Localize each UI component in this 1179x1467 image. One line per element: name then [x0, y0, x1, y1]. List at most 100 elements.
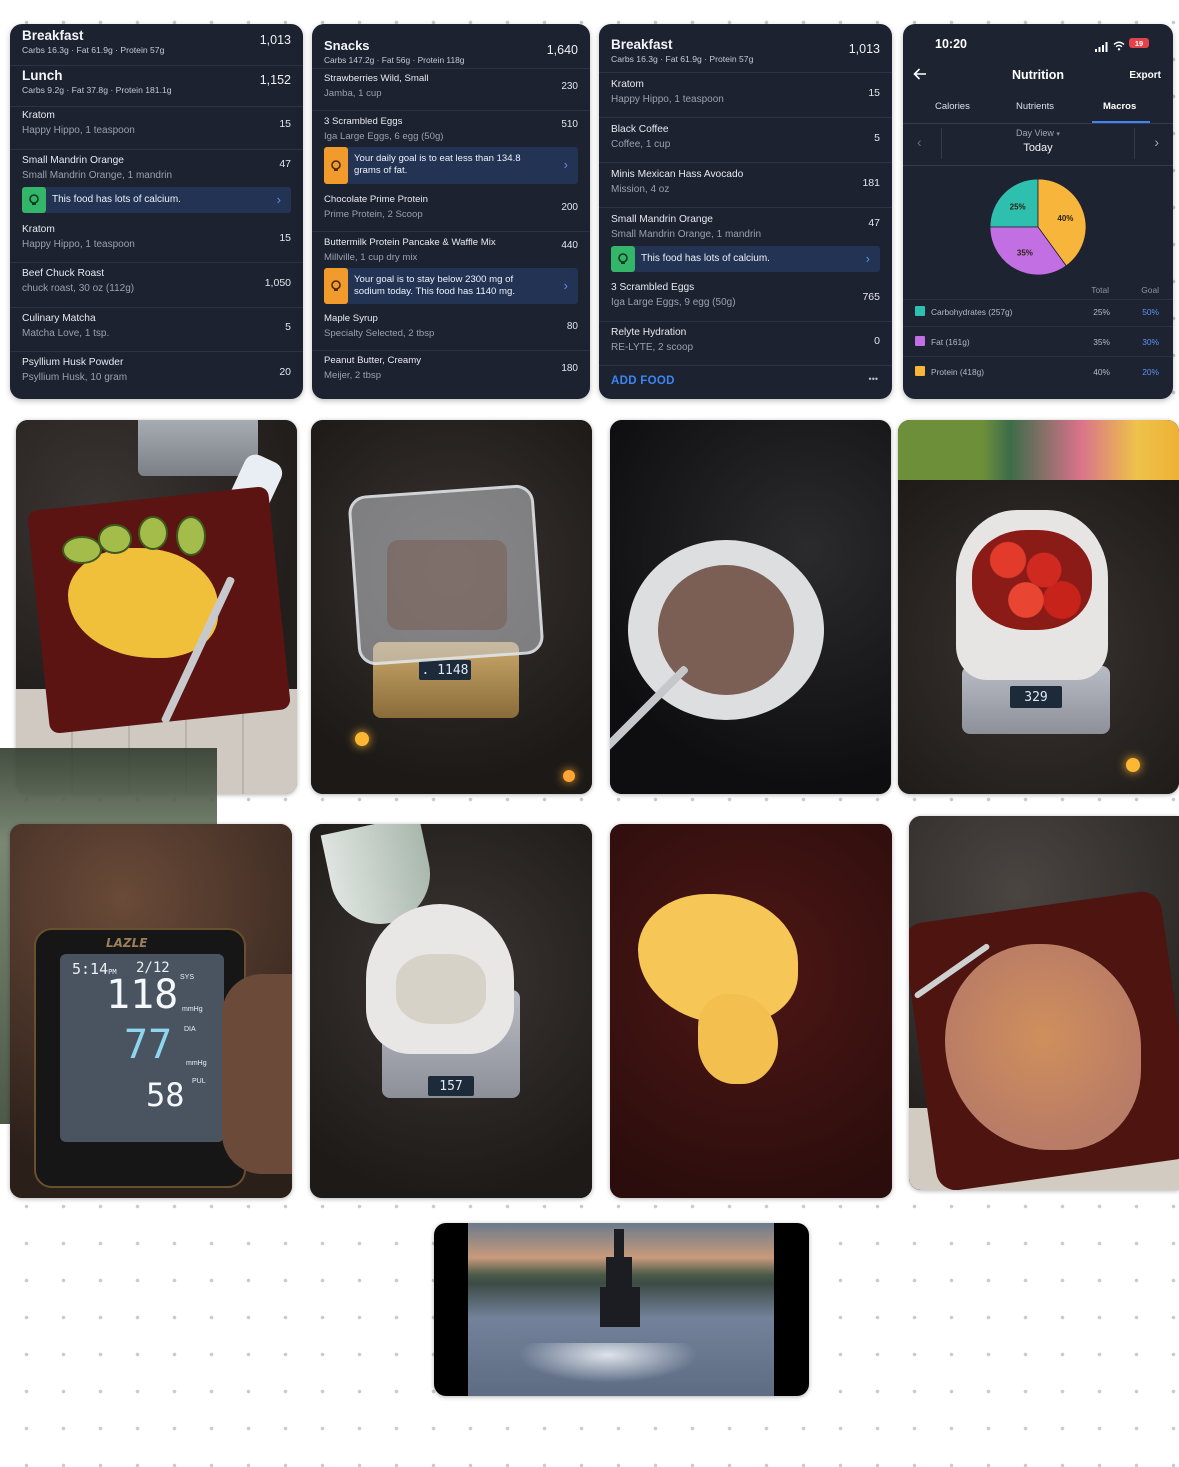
- food-row[interactable]: Kratom Happy Hippo, 1 teaspoon 15: [599, 79, 892, 105]
- wake-spray: [518, 1343, 698, 1383]
- food-row[interactable]: Strawberries Wild, Small Jamba, 1 cup 23…: [312, 73, 590, 99]
- food-row[interactable]: Black Coffee Coffee, 1 cup 5: [599, 124, 892, 150]
- scale: [138, 420, 258, 476]
- calcium-tip-banner[interactable]: This food has lots of calcium. ›: [22, 187, 291, 213]
- hand: [222, 974, 292, 1174]
- divider: [903, 165, 1173, 166]
- photo-eggs-avocado[interactable]: [16, 420, 297, 794]
- food-serving: Happy Hippo, 1 teaspoon: [611, 94, 724, 105]
- food-row[interactable]: Chocolate Prime Protein Prime Protein, 2…: [312, 194, 590, 220]
- export-button[interactable]: Export: [1129, 70, 1161, 81]
- photo-container-on-scale[interactable]: . 1148: [311, 420, 592, 794]
- divider: [10, 149, 303, 150]
- food-row[interactable]: Maple Syrup Specialty Selected, 2 tbsp 8…: [312, 313, 590, 339]
- meal-header-breakfast[interactable]: Breakfast Carbs 16.3g · Fat 61.9g · Prot…: [599, 37, 892, 64]
- meal-title: Breakfast: [22, 28, 84, 43]
- photo-bowl-in-car[interactable]: [610, 420, 891, 794]
- more-options-button[interactable]: •••: [869, 374, 878, 384]
- legend-total: 40%: [1093, 367, 1110, 377]
- meal-macros: Carbs 16.3g · Fat 61.9g · Protein 57g: [22, 45, 165, 55]
- legend-total: 25%: [1093, 307, 1110, 317]
- legend-total: 35%: [1093, 337, 1110, 347]
- food-calories: 1,050: [264, 277, 291, 289]
- bp-time-value: 5:14: [72, 960, 109, 978]
- food-name: Kratom: [22, 224, 55, 235]
- tab-calories[interactable]: Calories: [935, 101, 970, 112]
- bp-sys-label: SYS: [180, 974, 195, 981]
- tab-macros[interactable]: Macros: [1103, 101, 1136, 112]
- food-serving: chuck roast, 30 oz (112g): [22, 283, 135, 294]
- meal-title: Breakfast: [611, 37, 673, 52]
- battery-level: 19: [1134, 38, 1144, 48]
- photo-waterski-pyramid[interactable]: [434, 1223, 809, 1396]
- food-serving: Coffee, 1 cup: [611, 139, 671, 150]
- legend-swatch: [915, 336, 925, 346]
- food-row[interactable]: Culinary Matcha Matcha Love, 1 tsp. 5: [10, 313, 303, 339]
- scale-reading: 157: [439, 1078, 463, 1094]
- meal-header-snacks[interactable]: Snacks Carbs 147.2g · Fat 56g · Protein …: [312, 38, 590, 65]
- food-row[interactable]: 3 Scrambled Eggs Iga Large Eggs, 6 egg (…: [312, 116, 590, 142]
- food-name: Chocolate Prime Protein: [324, 194, 428, 205]
- food-name: 3 Scrambled Eggs: [611, 282, 695, 293]
- bp-unit: mmHg: [182, 1006, 203, 1013]
- food-name: Minis Mexican Hass Avocado: [611, 169, 744, 180]
- tab-nutrients[interactable]: Nutrients: [1016, 101, 1054, 112]
- food-row[interactable]: Kratom Happy Hippo, 1 teaspoon 15: [10, 224, 303, 250]
- bp-systolic: 118: [106, 972, 179, 1018]
- photo-pancake[interactable]: [909, 816, 1179, 1190]
- lightbulb-icon: [22, 187, 46, 213]
- photo-blood-pressure-monitor[interactable]: LAZLE 5:14PM 2/12 SYS 118 mmHg DIA 77 mm…: [10, 824, 292, 1198]
- chevron-right-icon: ›: [563, 157, 568, 172]
- divider: [10, 351, 303, 352]
- fat-goal-banner[interactable]: Your daily goal is to eat less than 134.…: [324, 147, 578, 184]
- food-row[interactable]: Kratom Happy Hippo, 1 teaspoon 15: [10, 110, 303, 136]
- bp-unit: mmHg: [186, 1060, 207, 1067]
- container-contents: [387, 540, 507, 630]
- meal-calories: 1,640: [546, 43, 578, 57]
- food-serving: Meijer, 2 tbsp: [324, 370, 382, 381]
- food-row[interactable]: Small Mandrin Orange Small Mandrin Orang…: [10, 155, 303, 181]
- skier-pyramid: [600, 1229, 640, 1329]
- meal-header-breakfast[interactable]: Breakfast Carbs 16.3g · Fat 61.9g · Prot…: [10, 28, 303, 55]
- food-row[interactable]: Minis Mexican Hass Avocado Mission, 4 oz…: [599, 169, 892, 195]
- food-row[interactable]: Buttermilk Protein Pancake & Waffle Mix …: [312, 237, 590, 263]
- meal-macros: Carbs 16.3g · Fat 61.9g · Protein 57g: [611, 54, 754, 64]
- food-serving: Small Mandrin Orange, 1 mandrin: [611, 229, 762, 240]
- add-food-button[interactable]: ADD FOOD: [611, 375, 675, 387]
- meal-title: Snacks: [324, 38, 370, 53]
- sodium-goal-banner[interactable]: Your goal is to stay below 2300 mg of so…: [324, 268, 578, 304]
- photo-cup-on-scale[interactable]: 157: [310, 824, 592, 1198]
- photo-scrambled-eggs[interactable]: [610, 824, 892, 1198]
- orange-light: [563, 770, 575, 782]
- food-row[interactable]: Beef Chuck Roast chuck roast, 30 oz (112…: [10, 268, 303, 294]
- food-name: Buttermilk Protein Pancake & Waffle Mix: [324, 237, 496, 248]
- cup-contents: [396, 954, 486, 1024]
- meal-macros: Carbs 9.2g · Fat 37.8g · Protein 181.1g: [22, 85, 172, 95]
- food-row[interactable]: 3 Scrambled Eggs Iga Large Eggs, 9 egg (…: [599, 282, 892, 308]
- chevron-right-icon[interactable]: ›: [1154, 134, 1159, 150]
- banner-text: This food has lots of calcium.: [52, 194, 181, 205]
- food-name: Kratom: [611, 79, 644, 90]
- status-time: 10:20: [935, 37, 967, 51]
- bp-diastolic: 77: [124, 1022, 173, 1068]
- bp-brand: LAZLE: [106, 936, 148, 950]
- divider: [599, 72, 892, 73]
- food-row[interactable]: Small Mandrin Orange Small Mandrin Orang…: [599, 214, 892, 240]
- divider: [599, 365, 892, 366]
- calcium-tip-banner[interactable]: This food has lots of calcium. ›: [611, 246, 880, 272]
- food-calories: 181: [862, 177, 880, 189]
- food-row[interactable]: Relyte Hydration RE-LYTE, 2 scoop 0: [599, 327, 892, 353]
- day-view-selector[interactable]: Day View ▾: [903, 128, 1173, 138]
- food-row[interactable]: Peanut Butter, Creamy Meijer, 2 tbsp 180: [312, 355, 590, 381]
- meal-card-breakfast: Breakfast Carbs 16.3g · Fat 61.9g · Prot…: [599, 24, 892, 399]
- food-calories: 20: [279, 366, 291, 378]
- food-row[interactable]: Psyllium Husk Powder Psyllium Husk, 10 g…: [10, 357, 303, 383]
- photo-strawberries-on-scale[interactable]: 329: [898, 420, 1179, 794]
- date-nav-left-divider: [941, 128, 942, 159]
- food-calories: 510: [561, 119, 578, 130]
- bp-pulse: 58: [146, 1076, 185, 1114]
- chevron-right-icon: ›: [865, 251, 870, 266]
- food-calories: 0: [874, 335, 880, 347]
- meal-calories: 1,013: [259, 33, 291, 47]
- meal-header-lunch[interactable]: Lunch Carbs 9.2g · Fat 37.8g · Protein 1…: [10, 68, 303, 95]
